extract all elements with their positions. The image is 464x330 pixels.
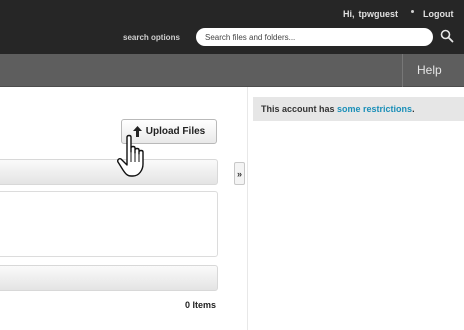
sidebar-toggle-button[interactable]: » [234, 162, 245, 185]
help-link[interactable]: Help [417, 63, 442, 77]
search-input[interactable] [196, 28, 433, 46]
file-list-header-bar [0, 159, 218, 185]
upload-files-label: Upload Files [145, 126, 206, 137]
account-notice: This account has some restrictions. [253, 97, 464, 121]
search-options-link[interactable]: search options [123, 33, 180, 42]
greeting-label: Hi, [343, 9, 355, 19]
search-icon[interactable] [440, 29, 454, 43]
hand-pointer-cursor-icon [117, 134, 144, 177]
panel-divider [247, 87, 248, 330]
notice-text: This account has [261, 104, 338, 114]
file-list-area[interactable] [0, 191, 218, 257]
item-count: 0 Items [185, 300, 217, 310]
divider [402, 54, 403, 87]
user-greeting: Hi, tpwguest [343, 9, 398, 19]
notice-suffix: . [412, 104, 415, 114]
restrictions-link[interactable]: some restrictions [337, 104, 412, 114]
separator-dot [411, 10, 414, 13]
file-list-footer-bar [0, 265, 218, 291]
logout-link[interactable]: Logout [423, 9, 454, 19]
sub-navigation-bar: Help [0, 54, 464, 87]
username: tpwguest [358, 9, 399, 19]
top-bar: Hi, tpwguest Logout search options [0, 0, 464, 54]
